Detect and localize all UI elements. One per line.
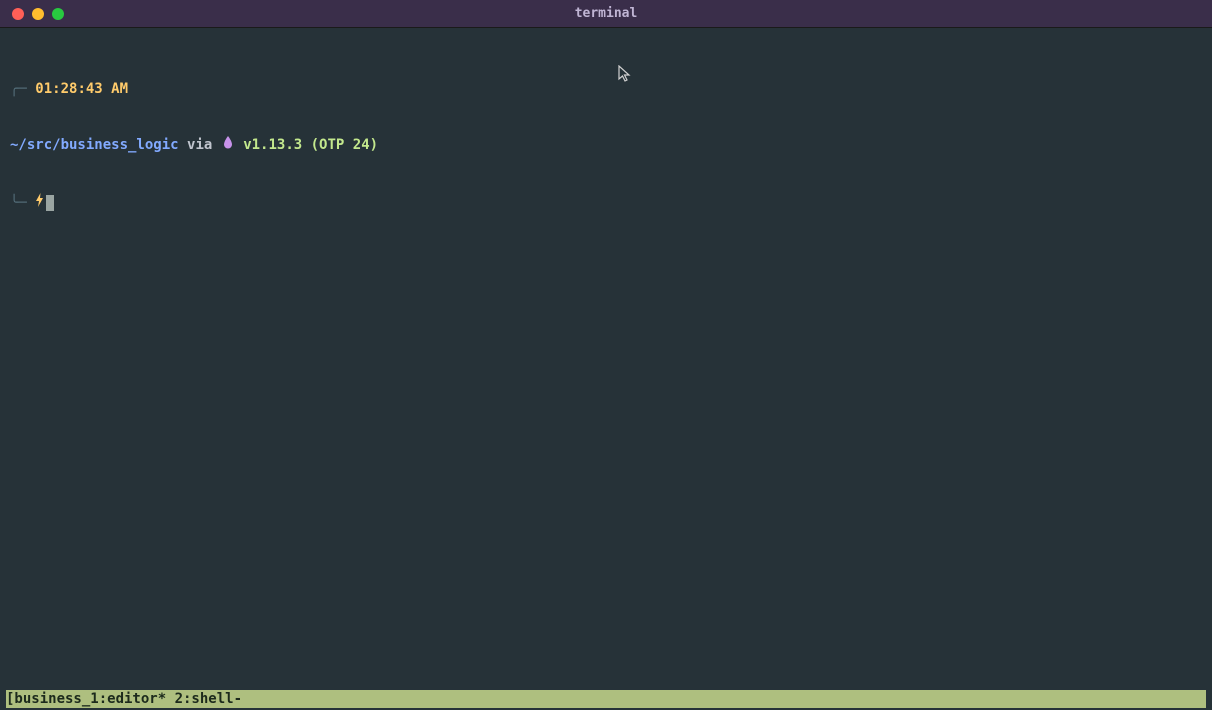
titlebar: terminal xyxy=(0,0,1212,28)
prompt-version: v1.13.3 (OTP 24) xyxy=(243,136,378,155)
window-title: terminal xyxy=(575,6,638,21)
tmux-statusbar[interactable]: [business_1:editor* 2:shell- xyxy=(6,690,1206,708)
bracket-top-icon: ╭─ xyxy=(10,80,35,99)
prompt-line-3: ╰─ xyxy=(10,193,1202,213)
cursor-block xyxy=(46,195,54,211)
prompt-via: via xyxy=(187,136,212,155)
prompt-path: ~/src/business_logic xyxy=(10,136,179,155)
statusbar-text: [business_1:editor* 2:shell- xyxy=(6,691,242,707)
terminal-output[interactable]: ╭─ 01:28:43 AM ~/src/business_logic via … xyxy=(0,28,1212,232)
prompt-line-2: ~/src/business_logic via v1.13.3 (OTP 24… xyxy=(10,136,1202,155)
close-button[interactable] xyxy=(12,8,24,20)
prompt-time: 01:28:43 AM xyxy=(35,80,128,99)
prompt-line-1: ╭─ 01:28:43 AM xyxy=(10,80,1202,99)
bracket-bottom-icon: ╰─ xyxy=(10,194,35,213)
minimize-button[interactable] xyxy=(32,8,44,20)
maximize-button[interactable] xyxy=(52,8,64,20)
lightning-icon xyxy=(35,193,44,213)
elixir-drop-icon xyxy=(223,136,233,155)
traffic-lights xyxy=(0,8,64,20)
